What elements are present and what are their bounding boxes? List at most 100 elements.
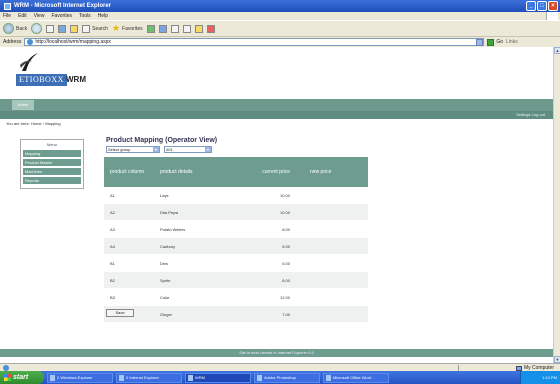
folder-icon[interactable] bbox=[194, 24, 203, 33]
site-logo[interactable]: ETIOBOXX WRM bbox=[14, 47, 164, 95]
address-dropdown-icon[interactable] bbox=[476, 38, 484, 46]
table-cell-price: 7.00 bbox=[282, 311, 290, 317]
favorites-button[interactable]: ★ Favorites bbox=[112, 24, 143, 33]
clock: 1:10 PM bbox=[542, 375, 557, 380]
scroll-down-icon[interactable]: ▼ bbox=[554, 356, 560, 363]
taskbar-item[interactable]: 2 Internet Explorer bbox=[116, 372, 182, 383]
computer-icon bbox=[515, 365, 522, 371]
links-label[interactable]: Links bbox=[506, 39, 518, 45]
go-button[interactable]: Go bbox=[487, 38, 504, 46]
table-row: A3 Potato Wafers 8.00 bbox=[104, 221, 368, 238]
table-cell-price: 8.00 bbox=[282, 226, 290, 232]
table-cell-details: Cadbury bbox=[160, 243, 176, 249]
table-cell-col: A2 bbox=[110, 209, 115, 215]
taskbar-item[interactable]: Adobe Photoshop bbox=[254, 372, 320, 383]
scroll-up-icon[interactable]: ▲ bbox=[554, 47, 560, 54]
product-grid: product column product details current p… bbox=[104, 157, 368, 323]
nav-tab-home[interactable]: Home bbox=[12, 100, 34, 110]
taskbar-item[interactable]: 2 Windows Explorer bbox=[47, 372, 113, 383]
table-cell-details: Ginger bbox=[160, 311, 173, 317]
left-nav-item-reports[interactable]: Reports bbox=[23, 177, 81, 184]
column-header: current price bbox=[262, 169, 290, 175]
table-cell-col: B2 bbox=[110, 277, 115, 283]
taskbar-item[interactable]: WRM bbox=[185, 372, 251, 383]
table-cell-col: A1 bbox=[110, 192, 115, 198]
maximize-button[interactable]: □ bbox=[537, 1, 547, 11]
print-icon[interactable] bbox=[182, 24, 191, 33]
messenger-icon[interactable] bbox=[206, 24, 215, 33]
done-icon bbox=[3, 364, 9, 371]
table-cell-price: 5.00 bbox=[282, 243, 290, 249]
menu-tools[interactable]: Tools bbox=[79, 13, 91, 19]
taskbar: start 2 Windows Explorer 2 Internet Expl… bbox=[0, 371, 560, 384]
system-tray: 1:10 PM bbox=[520, 371, 560, 384]
table-cell-details: Lays bbox=[160, 192, 169, 198]
address-bar: Address http://localhost/wrm/mapping.asp… bbox=[0, 36, 560, 47]
status-bar: My Computer bbox=[0, 363, 560, 371]
history-icon[interactable] bbox=[158, 24, 167, 33]
menu-favorites[interactable]: Favorites bbox=[51, 13, 72, 19]
close-button[interactable]: × bbox=[548, 1, 558, 11]
start-button[interactable]: start bbox=[0, 371, 44, 384]
table-cell-col: A4 bbox=[110, 243, 115, 249]
table-cell-details: Dew bbox=[160, 260, 169, 266]
table-cell-details: Sprite bbox=[160, 277, 171, 283]
back-arrow-icon bbox=[3, 23, 14, 34]
user-links[interactable]: Settings Log out bbox=[516, 112, 545, 117]
forward-arrow-icon bbox=[31, 23, 43, 34]
left-nav-header: Menu bbox=[46, 142, 57, 147]
page-footer: Site is best viewed in Internet Explorer… bbox=[0, 349, 553, 357]
chevron-down-icon: ▾ bbox=[205, 147, 211, 152]
browser-toolbar: Back Search ★ Favorites bbox=[0, 20, 560, 36]
menu-view[interactable]: View bbox=[34, 13, 45, 19]
table-cell-price: 5.00 bbox=[282, 260, 290, 266]
minimize-button[interactable]: _ bbox=[526, 1, 536, 11]
chevron-down-icon: ▾ bbox=[153, 147, 159, 152]
favorites-star-icon: ★ bbox=[111, 23, 121, 33]
ie-icon bbox=[4, 2, 11, 10]
address-label: Address bbox=[3, 39, 22, 45]
top-nav-bar: Home bbox=[0, 99, 553, 111]
table-row: B3 Coke 12.00 bbox=[104, 289, 368, 306]
media-icon[interactable] bbox=[146, 24, 155, 33]
menu-file[interactable]: File bbox=[3, 13, 11, 19]
machine-select[interactable]: 001 ▾ bbox=[164, 146, 212, 153]
windows-logo-icon bbox=[546, 12, 558, 20]
left-nav: Menu Mapping Product Master Machines Rep… bbox=[20, 139, 84, 189]
logo-text: WRM bbox=[66, 75, 86, 84]
search-button[interactable]: Search bbox=[82, 24, 108, 33]
search-label: Search bbox=[92, 25, 108, 32]
table-cell-col: B3 bbox=[110, 294, 115, 300]
taskbar-item[interactable]: Microsoft Office Word bbox=[323, 372, 389, 383]
left-nav-item-mapping[interactable]: Mapping bbox=[23, 150, 81, 157]
logo-swirl-icon bbox=[20, 53, 38, 71]
column-header: product details bbox=[160, 169, 193, 175]
menu-edit[interactable]: Edit bbox=[18, 13, 27, 19]
refresh-icon[interactable] bbox=[58, 24, 67, 33]
go-label: Go bbox=[496, 39, 504, 45]
save-button[interactable]: Save bbox=[106, 309, 134, 317]
filter-row: Select group ▾ 001 ▾ bbox=[106, 146, 212, 153]
forward-button[interactable] bbox=[31, 23, 43, 34]
left-nav-item-machines[interactable]: Machines bbox=[23, 168, 81, 175]
home-icon[interactable] bbox=[70, 24, 79, 33]
vertical-scrollbar[interactable]: ▲ ▼ bbox=[553, 47, 560, 363]
group-select-value: Select group bbox=[108, 147, 131, 152]
window-titlebar: WRM - Microsoft Internet Explorer _ □ × bbox=[0, 0, 560, 12]
go-arrow-icon bbox=[487, 38, 495, 46]
start-label: start bbox=[13, 374, 29, 381]
window-title: WRM - Microsoft Internet Explorer bbox=[14, 3, 112, 9]
address-input[interactable]: http://localhost/wrm/mapping.aspx bbox=[24, 38, 485, 46]
group-select[interactable]: Select group ▾ bbox=[106, 146, 160, 153]
table-row: B1 Dew 5.00 bbox=[104, 255, 368, 272]
left-nav-item-product-master[interactable]: Product Master bbox=[23, 159, 81, 166]
table-row: A1 Lays 10.00 bbox=[104, 187, 368, 204]
menu-help[interactable]: Help bbox=[98, 13, 108, 19]
stop-icon[interactable] bbox=[46, 24, 55, 33]
sub-nav-bar bbox=[0, 111, 553, 119]
grid-header: product column product details current p… bbox=[104, 157, 368, 187]
mail-icon[interactable] bbox=[170, 24, 179, 33]
table-cell-price: 12.00 bbox=[279, 294, 290, 300]
column-header: product column bbox=[110, 169, 145, 175]
back-button[interactable]: Back bbox=[3, 23, 27, 34]
